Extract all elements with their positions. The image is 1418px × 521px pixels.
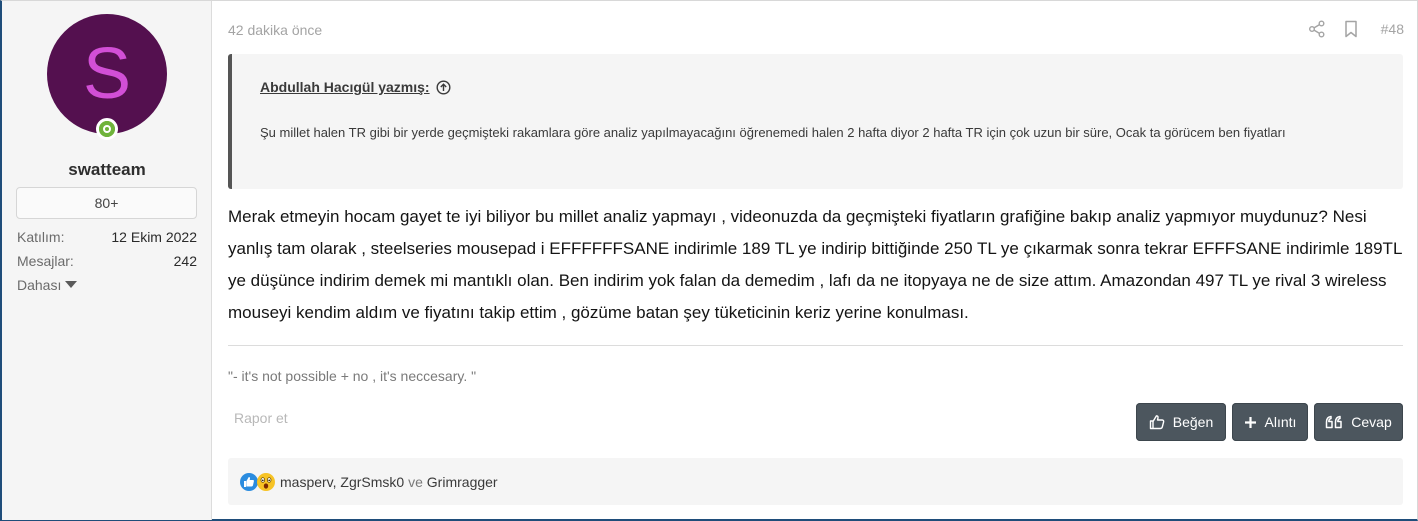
report-link[interactable]: Rapor et	[234, 410, 288, 426]
quote-label: Alıntı	[1264, 414, 1297, 430]
username[interactable]: swatteam	[2, 160, 212, 180]
reaction-and: ve	[408, 474, 423, 490]
quote-marks-icon	[1326, 415, 1343, 429]
post-main: 42 dakika önce #48 Abdullah Hacıgül yazm…	[228, 1, 1404, 520]
user-badge: 80+	[16, 187, 197, 219]
signature-divider	[228, 345, 1403, 346]
reactions-bar: masperv, ZgrSmsk0 ve Grimragger	[228, 458, 1403, 505]
signature: "- it's not possible + no , it's neccesa…	[228, 368, 477, 384]
plus-icon	[1244, 416, 1256, 428]
thumbs-up-icon	[1149, 415, 1165, 430]
like-button[interactable]: Beğen	[1136, 403, 1226, 441]
user-sidebar: S swatteam 80+ Katılım: 12 Ekim 2022 Mes…	[2, 1, 212, 520]
joined-stat: Katılım: 12 Ekim 2022	[17, 229, 197, 245]
reply-button[interactable]: Cevap	[1314, 403, 1403, 441]
messages-value: 242	[173, 253, 197, 269]
like-label: Beğen	[1172, 414, 1214, 430]
more-toggle[interactable]: Dahası	[17, 277, 78, 293]
online-status-icon	[96, 118, 118, 140]
quote-button[interactable]: Alıntı	[1232, 403, 1308, 441]
post-number[interactable]: #48	[1381, 21, 1404, 37]
quote-author[interactable]: Abdullah Hacıgül yazmış:	[260, 79, 430, 95]
post-message: Merak etmeyin hocam gayet te iyi biliyor…	[228, 207, 1402, 322]
avatar[interactable]: S	[47, 14, 167, 134]
joined-label: Katılım:	[17, 229, 65, 245]
reaction-users-a[interactable]: masperv, ZgrSmsk0	[280, 474, 404, 490]
reaction-users[interactable]: masperv, ZgrSmsk0 ve Grimragger	[280, 474, 498, 490]
bookmark-icon[interactable]	[1343, 20, 1359, 38]
wow-reaction-icon	[257, 473, 275, 491]
forum-post: S swatteam 80+ Katılım: 12 Ekim 2022 Mes…	[0, 0, 1418, 521]
quote-text: Şu millet halen TR gibi bir yerde geçmiş…	[260, 125, 1286, 140]
reaction-icons[interactable]	[239, 472, 277, 492]
joined-value: 12 Ekim 2022	[111, 229, 197, 245]
messages-stat: Mesajlar: 242	[17, 253, 197, 269]
share-icon[interactable]	[1308, 20, 1326, 38]
arrow-up-circle-icon[interactable]	[436, 80, 451, 95]
reply-label: Cevap	[1351, 414, 1392, 430]
caret-down-icon	[65, 281, 78, 288]
messages-label: Mesajlar:	[17, 253, 74, 269]
more-label: Dahası	[17, 277, 62, 293]
quote-block: Abdullah Hacıgül yazmış: Şu millet halen…	[228, 54, 1403, 189]
quote-header[interactable]: Abdullah Hacıgül yazmış:	[260, 79, 451, 95]
like-reaction-icon	[240, 473, 258, 491]
post-time[interactable]: 42 dakika önce	[228, 22, 322, 38]
reaction-users-b[interactable]: Grimragger	[427, 474, 498, 490]
